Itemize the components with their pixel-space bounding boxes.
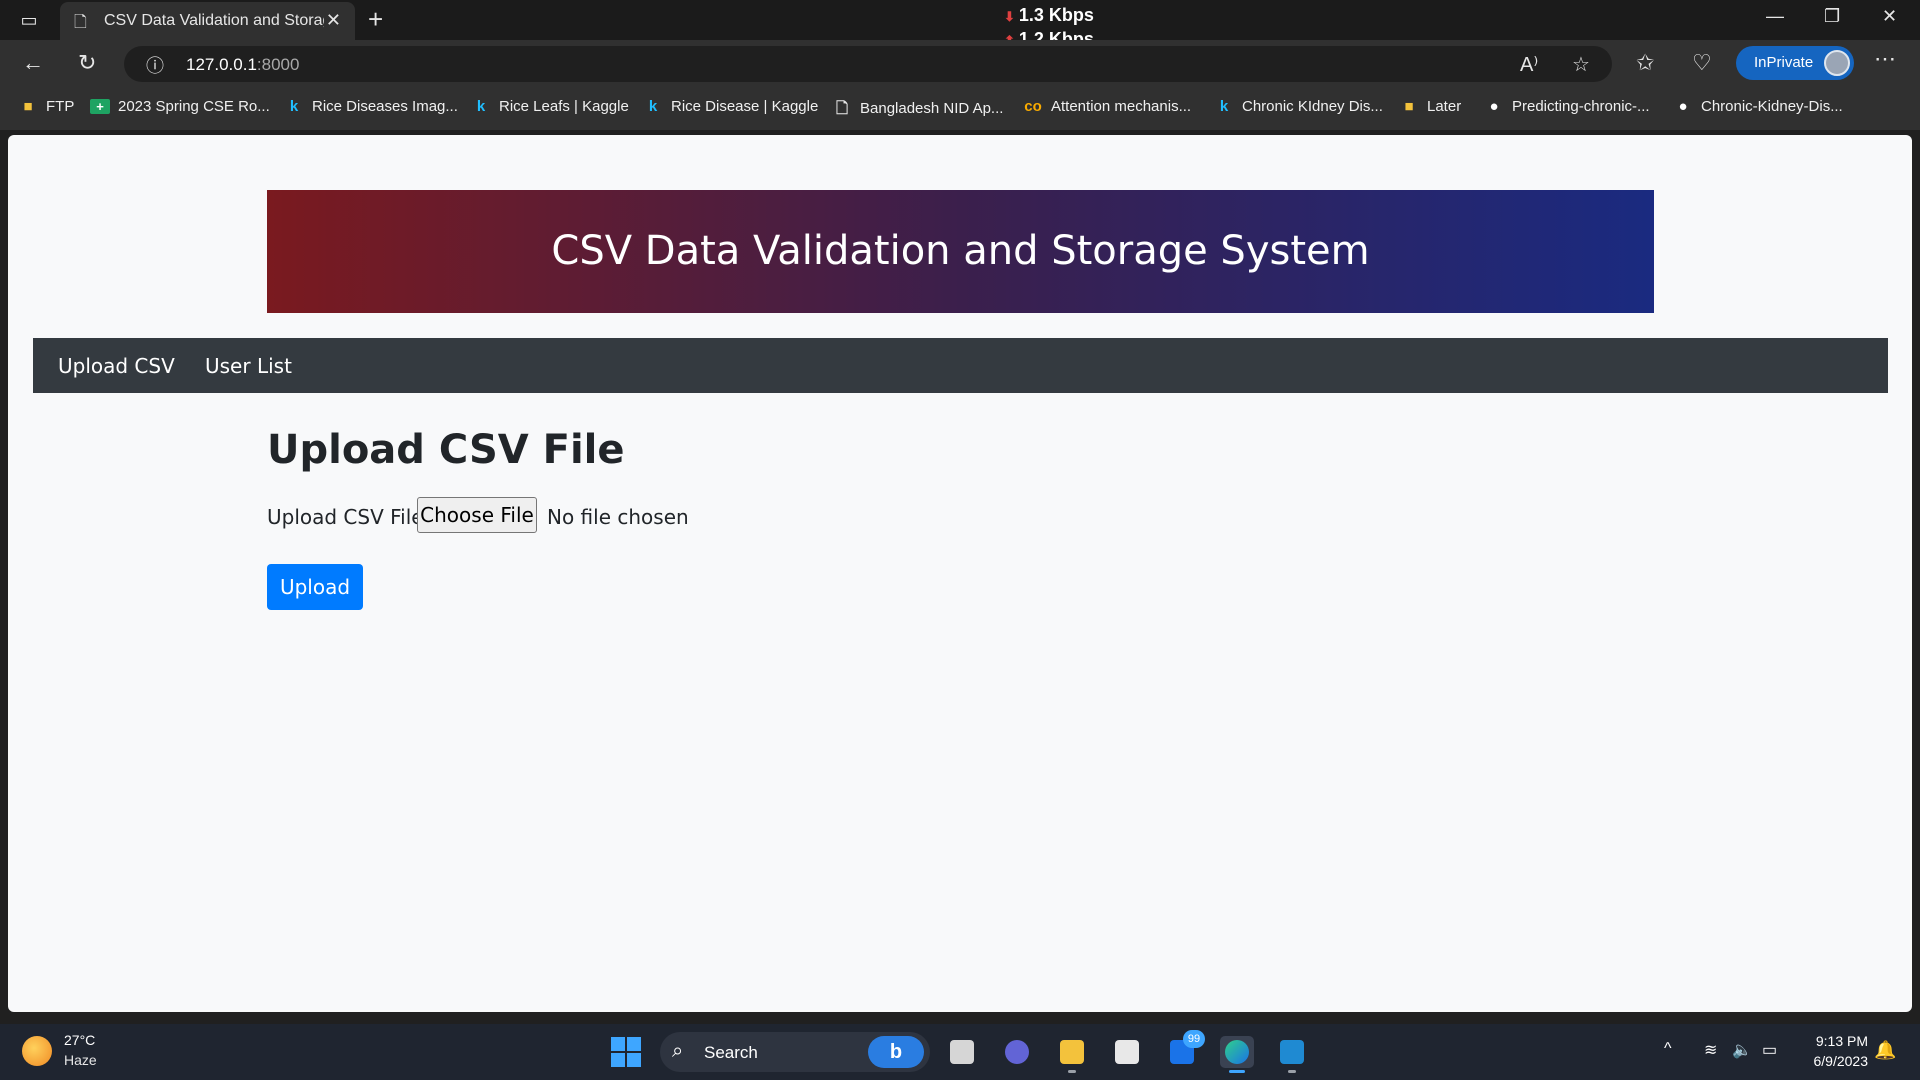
- bookmarks-bar: ■ FTP +2023 Spring CSE Ro... k Rice Diseas…: [0, 88, 1920, 130]
- chevron-up-icon[interactable]: ^: [1664, 1040, 1672, 1058]
- clock-time[interactable]: 9:13 PM: [1808, 1033, 1868, 1049]
- kaggle-icon: k: [1219, 98, 1229, 115]
- wifi-icon[interactable]: ≋: [1704, 1040, 1717, 1060]
- page-icon: 🗋: [74, 14, 87, 31]
- upload-button[interactable]: Upload: [267, 564, 363, 610]
- bookmark-item[interactable]: 🗋 Bangladesh NID Ap...: [832, 98, 1003, 123]
- search-label: Search: [704, 1043, 758, 1062]
- bookmark-item[interactable]: ■ Later: [1399, 98, 1461, 115]
- bookmark-item[interactable]: ● Predicting-chronic-...: [1484, 98, 1649, 115]
- site-title: CSV Data Validation and Storage System: [551, 228, 1370, 274]
- weather-condition[interactable]: Haze: [64, 1052, 97, 1068]
- site-info-icon[interactable]: ⓘ: [146, 52, 164, 78]
- bookmark-item[interactable]: ● Chronic-Kidney-Dis...: [1673, 98, 1842, 115]
- inprivate-label: InPrivate: [1754, 54, 1814, 71]
- bookmark-item[interactable]: k Chronic KIdney Dis...: [1214, 98, 1383, 115]
- taskbar: 27°C Haze ⌕ Search b 99 ^ ≋ 🔈 ▭ 9:13 PM …: [0, 1024, 1920, 1080]
- folder-icon: ■: [23, 98, 33, 115]
- new-tab-button[interactable]: +: [368, 4, 383, 35]
- more-options-icon[interactable]: ⋯: [1874, 46, 1896, 72]
- teams-chat-icon[interactable]: [1000, 1036, 1034, 1068]
- folder-icon: ■: [1404, 98, 1414, 115]
- clock-date[interactable]: 6/9/2023: [1798, 1053, 1869, 1069]
- choose-file-button[interactable]: Choose File: [417, 497, 537, 533]
- bookmark-item[interactable]: k Rice Leafs | Kaggle: [471, 98, 629, 115]
- address-bar[interactable]: ⓘ 127.0.0.1:8000 A⁾ ☆: [124, 46, 1612, 82]
- browser-essentials-icon[interactable]: ♡: [1692, 50, 1712, 76]
- edge-browser-icon[interactable]: [1220, 1036, 1254, 1073]
- start-button[interactable]: [611, 1037, 641, 1067]
- bookmark-item[interactable]: k Rice Disease | Kaggle: [643, 98, 818, 115]
- mail-badge: 99: [1183, 1030, 1205, 1048]
- page-viewport: CSV Data Validation and Storage System U…: [8, 135, 1912, 1012]
- task-view-icon[interactable]: [945, 1036, 979, 1068]
- restore-button[interactable]: ❐: [1824, 6, 1840, 27]
- download-arrow-icon: ⬇: [1004, 9, 1015, 24]
- header-banner: CSV Data Validation and Storage System: [267, 190, 1654, 313]
- search-icon: ⌕: [672, 1040, 684, 1062]
- weather-temperature[interactable]: 27°C: [64, 1032, 95, 1048]
- nav-upload-csv[interactable]: Upload CSV: [58, 354, 175, 378]
- avatar: [1824, 50, 1850, 76]
- close-window-button[interactable]: ✕: [1882, 6, 1897, 27]
- close-tab-icon[interactable]: ✕: [326, 10, 341, 31]
- kaggle-icon: k: [648, 98, 658, 115]
- microsoft-store-icon[interactable]: [1110, 1036, 1144, 1068]
- favorites-icon[interactable]: ✩: [1636, 50, 1654, 76]
- notification-icon[interactable]: 🔔: [1874, 1040, 1896, 1061]
- bookmark-item[interactable]: ■ FTP: [18, 98, 74, 115]
- url-text[interactable]: 127.0.0.1:8000: [186, 55, 299, 75]
- browser-tab[interactable]: 🗋 CSV Data Validation and Storage ✕: [60, 2, 355, 40]
- github-icon: ●: [1678, 98, 1688, 115]
- bookmark-item[interactable]: co Attention mechanis...: [1023, 98, 1191, 115]
- bing-icon[interactable]: b: [868, 1036, 924, 1068]
- vscode-icon[interactable]: [1275, 1036, 1309, 1073]
- volume-icon[interactable]: 🔈: [1732, 1040, 1752, 1060]
- browser-toolbar: ← ↻ ⓘ 127.0.0.1:8000 A⁾ ☆ ✩ ♡ InPrivate …: [0, 40, 1920, 88]
- minimize-button[interactable]: —: [1766, 6, 1784, 27]
- taskbar-search[interactable]: ⌕ Search b: [660, 1032, 930, 1072]
- browser-window: ▭ 🗋 CSV Data Validation and Storage ✕ + …: [0, 0, 1920, 1024]
- inprivate-button[interactable]: InPrivate: [1736, 46, 1854, 80]
- file-status-text: No file chosen: [547, 505, 689, 529]
- file-explorer-icon[interactable]: [1055, 1036, 1089, 1073]
- weather-sun-icon[interactable]: [22, 1036, 52, 1066]
- navbar: Upload CSV User List: [33, 338, 1888, 393]
- bookmark-item[interactable]: k Rice Diseases Imag...: [284, 98, 458, 115]
- github-icon: ●: [1489, 98, 1499, 115]
- download-speed: 1.3 Kbps: [1018, 5, 1094, 25]
- tab-title: CSV Data Validation and Storage: [104, 12, 324, 29]
- battery-icon[interactable]: ▭: [1762, 1040, 1777, 1060]
- kaggle-icon: k: [289, 98, 299, 115]
- read-aloud-icon[interactable]: A⁾: [1520, 52, 1538, 77]
- file-input-label: Upload CSV File:: [267, 505, 431, 529]
- tab-actions-icon[interactable]: ▭: [18, 9, 40, 31]
- page-title: Upload CSV File: [267, 427, 625, 473]
- favorite-star-icon[interactable]: ☆: [1572, 52, 1590, 77]
- document-icon: 🗋: [835, 100, 849, 117]
- kaggle-icon: k: [476, 98, 486, 115]
- nav-user-list[interactable]: User List: [205, 354, 292, 378]
- bookmark-item[interactable]: +2023 Spring CSE Ro...: [90, 98, 270, 115]
- title-bar: ▭ 🗋 CSV Data Validation and Storage ✕ + …: [0, 0, 1920, 49]
- mail-icon[interactable]: 99: [1165, 1030, 1205, 1068]
- sheets-icon: +: [90, 99, 110, 114]
- back-button[interactable]: ←: [22, 50, 44, 76]
- refresh-button[interactable]: ↻: [78, 50, 96, 76]
- colab-icon: co: [1024, 98, 1042, 115]
